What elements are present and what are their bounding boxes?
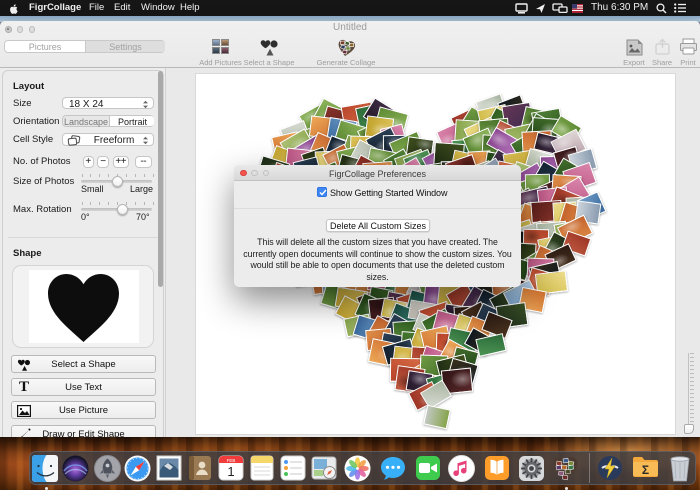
svg-text:1: 1 [227, 464, 234, 479]
svg-text:FEB: FEB [227, 458, 236, 463]
svg-text:Σ: Σ [642, 463, 649, 477]
